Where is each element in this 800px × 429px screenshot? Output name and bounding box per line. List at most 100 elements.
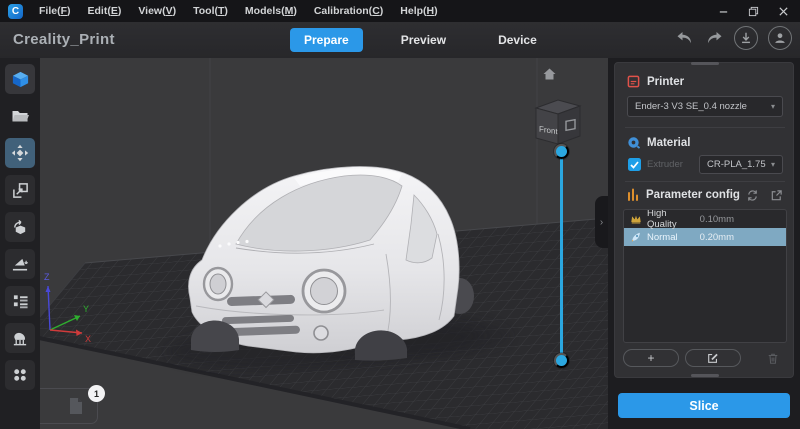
panel-collapse-handle[interactable]: › — [595, 196, 608, 248]
profile-layer-height: 0.10mm — [699, 213, 734, 225]
plate-count-badge: 1 — [88, 385, 105, 402]
panel-drag-handle-bottom[interactable] — [691, 374, 719, 377]
undo-button[interactable] — [674, 28, 694, 48]
header-bar: Creality_Print Prepare Preview Device — [0, 22, 800, 58]
scale-icon — [12, 182, 29, 199]
download-icon — [739, 31, 753, 45]
model-car[interactable] — [188, 166, 475, 361]
svg-text:Z: Z — [44, 272, 50, 282]
download-button[interactable] — [734, 26, 758, 50]
rotate-icon — [11, 219, 29, 236]
chevron-down-icon: ▾ — [770, 102, 775, 111]
check-icon — [630, 160, 639, 169]
edit-profile-button[interactable] — [685, 349, 741, 367]
menu-item-file[interactable]: File(F) — [39, 5, 71, 17]
expand-parameters-button[interactable] — [770, 189, 783, 202]
nav-cube[interactable]: Front — [528, 88, 586, 150]
sidebar-item-add-model[interactable] — [5, 64, 35, 94]
printer-select-value: Ender-3 V3 SE_0.4 nozzle — [635, 101, 747, 112]
divider — [625, 181, 785, 182]
view-tabs: Prepare Preview Device — [290, 28, 551, 52]
redo-button[interactable] — [704, 28, 724, 48]
printer-icon — [627, 75, 640, 88]
printer-label: Printer — [647, 75, 685, 88]
layer-slider-handle-top[interactable] — [554, 144, 569, 159]
printer-section-header: Printer — [627, 75, 684, 88]
object-list-icon — [12, 293, 29, 309]
edit-icon — [708, 353, 718, 363]
sidebar-item-move[interactable] — [5, 138, 35, 168]
chevron-down-icon: ▾ — [770, 160, 775, 169]
parameter-config-icon — [628, 188, 638, 201]
sync-profiles-button[interactable] — [746, 189, 759, 202]
crown-icon — [630, 214, 642, 224]
header-actions — [674, 26, 792, 50]
menu-item-view[interactable]: View(V) — [138, 5, 176, 17]
material-select-value: CR-PLA_1.75 — [707, 159, 766, 170]
minimize-button[interactable] — [712, 2, 734, 20]
app-window: C File(F) Edit(E) View(V) Tool(T) Models(M) C… — [0, 0, 800, 429]
lay-flat-icon — [11, 256, 29, 273]
viewport-3d[interactable]: Z Y X Front 1 — [20, 58, 608, 429]
menu-item-help[interactable]: Help(H) — [400, 5, 437, 17]
profile-actions: + — [623, 349, 787, 367]
profile-row-high-quality[interactable]: High Quality 0.10mm — [624, 209, 786, 230]
tab-prepare[interactable]: Prepare — [290, 28, 363, 52]
menu-item-calibration[interactable]: Calibration(C) — [314, 5, 383, 17]
settings-card: Printer Ender-3 V3 SE_0.4 nozzle ▾ Mater… — [614, 62, 794, 378]
redo-icon — [706, 31, 723, 45]
right-panel: › Printer Ender-3 V3 SE_0.4 nozzle ▾ Mat… — [595, 58, 800, 429]
maximize-button[interactable] — [742, 2, 764, 20]
delete-profile-button[interactable] — [767, 352, 779, 365]
profile-list: High Quality 0.10mm Normal 0.20mm — [623, 209, 787, 343]
sidebar-item-scale[interactable] — [5, 175, 35, 205]
sidebar-item-lay-flat[interactable] — [5, 249, 35, 279]
sidebar-item-more-tools[interactable] — [5, 360, 35, 390]
material-select[interactable]: CR-PLA_1.75 ▾ — [699, 155, 783, 174]
account-icon — [773, 31, 787, 45]
sidebar-item-object-list[interactable] — [5, 286, 35, 316]
close-icon — [778, 6, 789, 17]
material-section-header: Material — [627, 136, 690, 149]
sidebar-item-support[interactable] — [5, 323, 35, 353]
material-icon — [628, 137, 640, 149]
menu-bar: C File(F) Edit(E) View(V) Tool(T) Models(M) C… — [0, 0, 800, 22]
svg-text:Y: Y — [83, 304, 89, 314]
menu-item-tool[interactable]: Tool(T) — [193, 5, 228, 17]
build-plate-scene: Z Y X — [40, 58, 608, 429]
extruder-checkbox[interactable] — [628, 158, 641, 171]
creality-logo-icon: C — [8, 3, 23, 19]
left-toolbar — [0, 58, 40, 429]
close-button[interactable] — [772, 2, 794, 20]
profile-row-normal[interactable]: Normal 0.20mm — [624, 228, 786, 246]
slice-button[interactable]: Slice — [618, 393, 790, 418]
add-profile-button[interactable]: + — [623, 349, 679, 367]
home-icon — [543, 68, 555, 80]
parameter-config-label: Parameter config — [646, 188, 740, 201]
profile-name: High Quality — [647, 209, 677, 230]
sidebar-item-open-file[interactable] — [5, 101, 35, 131]
profile-layer-height: 0.20mm — [699, 231, 734, 243]
sync-icon — [748, 190, 757, 201]
home-view-button[interactable] — [540, 66, 558, 82]
tab-preview[interactable]: Preview — [387, 28, 460, 52]
panel-drag-handle-top[interactable] — [691, 62, 719, 65]
trash-icon — [768, 353, 778, 364]
profile-name: Normal — [647, 231, 678, 243]
menu-item-edit[interactable]: Edit(E) — [88, 5, 122, 17]
account-button[interactable] — [768, 26, 792, 50]
menu-bar-items: File(F) Edit(E) View(V) Tool(T) Models(M) Cal… — [39, 5, 438, 17]
parameter-section-header: Parameter config — [627, 188, 740, 201]
menu-item-models[interactable]: Models(M) — [245, 5, 297, 17]
divider — [625, 127, 785, 128]
add-model-icon — [11, 70, 30, 89]
maximize-icon — [748, 6, 759, 17]
undo-icon — [676, 31, 693, 45]
sidebar-item-rotate[interactable] — [5, 212, 35, 242]
minimize-icon — [718, 6, 729, 17]
tab-device[interactable]: Device — [484, 28, 551, 52]
layer-slider-handle-bottom[interactable] — [554, 353, 569, 368]
window-controls — [712, 2, 800, 20]
printer-select[interactable]: Ender-3 V3 SE_0.4 nozzle ▾ — [627, 96, 783, 117]
rocket-icon — [630, 231, 642, 243]
